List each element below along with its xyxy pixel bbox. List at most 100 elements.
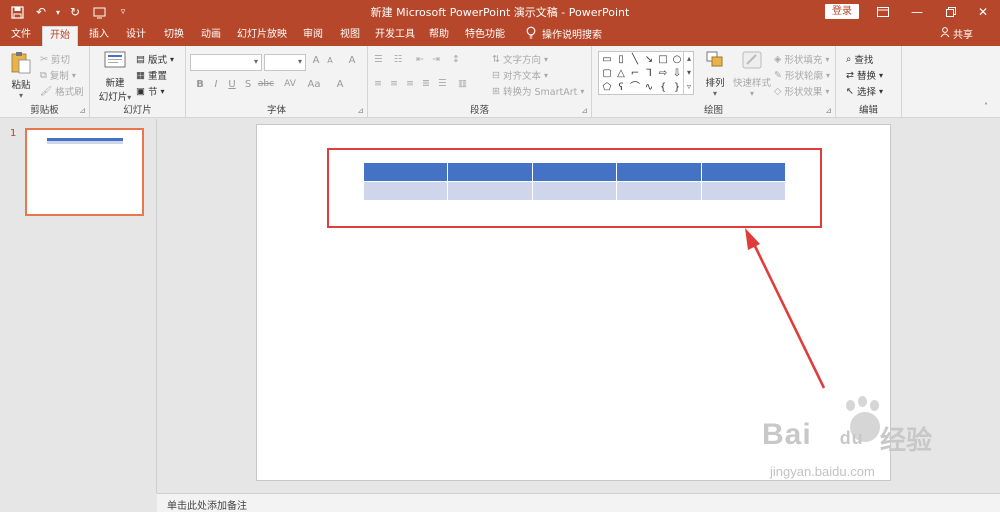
- line-spacing-icon[interactable]: ↕: [452, 54, 460, 65]
- justify-icon[interactable]: ≣: [422, 78, 430, 89]
- strikethrough-button[interactable]: abc: [256, 79, 276, 89]
- ribbon-display-icon[interactable]: [866, 0, 900, 24]
- table-cell[interactable]: [700, 181, 787, 201]
- slide-thumbnail[interactable]: [25, 128, 144, 216]
- dialog-launcher-icon[interactable]: ⊿: [581, 106, 588, 115]
- new-slide-button[interactable]: 新建 幻灯片▾: [94, 50, 136, 103]
- arc-shape-icon[interactable]: ⌒: [629, 82, 641, 94]
- tab-insert[interactable]: 插入: [83, 26, 115, 46]
- triangle-shape-icon[interactable]: △: [615, 68, 627, 80]
- paste-button[interactable]: 粘贴 ▾: [6, 50, 36, 100]
- increase-indent-icon[interactable]: ⇥: [432, 54, 440, 65]
- table-cell[interactable]: [362, 162, 449, 182]
- tab-slideshow[interactable]: 幻灯片放映: [232, 26, 292, 46]
- rounded-rect-shape-icon[interactable]: ▢: [601, 68, 613, 80]
- bullets-icon[interactable]: ☰: [374, 54, 383, 65]
- font-size-combo[interactable]: ▾: [264, 54, 306, 71]
- gallery-scroll[interactable]: ▴ ▾ ▿: [683, 52, 694, 94]
- table-cell[interactable]: [531, 181, 618, 201]
- tab-developer[interactable]: 开发工具: [372, 26, 418, 46]
- table-cell[interactable]: [700, 162, 787, 182]
- text-direction-button[interactable]: ⇅ 文字方向 ▾: [492, 52, 548, 67]
- columns-icon[interactable]: ▥: [458, 78, 467, 89]
- underline-button[interactable]: U: [224, 79, 240, 90]
- tab-design[interactable]: 设计: [120, 26, 152, 46]
- wave-shape-icon[interactable]: ∿: [643, 82, 655, 94]
- tab-special-features[interactable]: 特色功能: [460, 26, 510, 46]
- minimize-icon[interactable]: —: [900, 0, 934, 24]
- pentagon-shape-icon[interactable]: ⬠: [601, 82, 613, 94]
- tab-review[interactable]: 审阅: [297, 26, 329, 46]
- vertical-textbox-shape-icon[interactable]: ▯: [615, 54, 627, 66]
- tell-me-search[interactable]: 操作说明搜索: [526, 26, 602, 46]
- find-button[interactable]: ⌕ 查找: [846, 52, 873, 67]
- select-button[interactable]: ↖ 选择 ▾: [846, 84, 883, 99]
- reset-button[interactable]: ▦ 重置: [136, 68, 167, 83]
- curve-shape-icon[interactable]: ʕ: [615, 82, 627, 94]
- dialog-launcher-icon[interactable]: ⊿: [825, 106, 832, 115]
- line-shape-icon[interactable]: ╲: [629, 54, 641, 66]
- distribute-icon[interactable]: ☰: [438, 78, 447, 89]
- table-cell[interactable]: [616, 181, 702, 201]
- rectangle-shape-icon[interactable]: □: [657, 54, 669, 66]
- notes-pane[interactable]: 单击此处添加备注: [157, 493, 1000, 512]
- section-button[interactable]: ▣ 节 ▾: [136, 84, 165, 99]
- share-button[interactable]: 共享: [940, 26, 973, 46]
- table-cell[interactable]: [362, 181, 449, 201]
- tab-file[interactable]: 文件: [5, 26, 37, 46]
- block-arrow-shape-icon[interactable]: ⇨: [657, 68, 669, 80]
- close-icon[interactable]: ✕: [966, 0, 1000, 24]
- replace-button[interactable]: ⇄ 替换 ▾: [846, 68, 883, 83]
- cut-button[interactable]: ✂ 剪切: [40, 52, 70, 67]
- align-left-icon[interactable]: ≡: [374, 78, 382, 89]
- brace-left-shape-icon[interactable]: {: [657, 82, 669, 94]
- decrease-indent-icon[interactable]: ⇤: [416, 54, 424, 65]
- maximize-icon[interactable]: [934, 0, 968, 24]
- tab-home[interactable]: 开始: [42, 26, 78, 46]
- table-cell[interactable]: [531, 162, 618, 182]
- align-center-icon[interactable]: ≡: [390, 78, 398, 89]
- shapes-gallery[interactable]: ▭ ▯ ╲ ↘ □ ○ ▢ △ ⌐ ⅂ ⇨ ⇩ ⬠ ʕ ⌒ ∿ { } ▴ ▾ ▿: [598, 51, 694, 95]
- down-arrow-shape-icon[interactable]: ⇩: [671, 68, 683, 80]
- char-spacing-button[interactable]: AV: [280, 79, 300, 89]
- shape-outline-button[interactable]: ✎ 形状轮廓 ▾: [774, 68, 830, 83]
- align-right-icon[interactable]: ≡: [406, 78, 414, 89]
- change-case-button[interactable]: Aa: [304, 79, 324, 90]
- format-painter-button[interactable]: 🖌 格式刷: [40, 84, 84, 99]
- smartart-button[interactable]: ⊞ 转换为 SmartArt ▾: [492, 84, 584, 99]
- arrow-line-shape-icon[interactable]: ↘: [643, 54, 655, 66]
- dialog-launcher-icon[interactable]: ⊿: [357, 106, 364, 115]
- align-text-button[interactable]: ⊟ 对齐文本 ▾: [492, 68, 548, 83]
- table-cell[interactable]: [447, 181, 533, 201]
- oval-shape-icon[interactable]: ○: [671, 54, 683, 66]
- numbering-icon[interactable]: ☷: [394, 54, 403, 65]
- clear-format-button[interactable]: A: [344, 55, 360, 66]
- collapse-ribbon-icon[interactable]: ˄: [984, 102, 988, 111]
- copy-button[interactable]: ⧉ 复制 ▾: [40, 68, 76, 83]
- tab-transitions[interactable]: 切换: [158, 26, 190, 46]
- dialog-launcher-icon[interactable]: ⊿: [79, 106, 86, 115]
- login-button[interactable]: 登录: [825, 4, 859, 19]
- chevron-down-icon[interactable]: ▾: [6, 91, 36, 100]
- textbox-shape-icon[interactable]: ▭: [601, 54, 613, 66]
- slide-table[interactable]: [362, 162, 787, 201]
- brace-right-shape-icon[interactable]: }: [671, 82, 683, 94]
- layout-button[interactable]: ▤ 版式 ▾: [136, 52, 174, 67]
- tab-animations[interactable]: 动画: [195, 26, 227, 46]
- shape-fill-button[interactable]: ◈ 形状填充 ▾: [774, 52, 829, 67]
- shadow-button[interactable]: S: [240, 79, 256, 90]
- table-cell[interactable]: [447, 162, 533, 182]
- shape-effects-button[interactable]: ◇ 形状效果 ▾: [774, 84, 829, 99]
- tab-help[interactable]: 帮助: [423, 26, 455, 46]
- elbow-connector-shape-icon[interactable]: ⅂: [643, 68, 655, 80]
- table-cell[interactable]: [616, 162, 702, 182]
- italic-button[interactable]: I: [208, 79, 224, 90]
- font-color-button[interactable]: A: [332, 79, 348, 90]
- quick-styles-button[interactable]: 快速样式 ▾: [732, 50, 772, 98]
- font-shrink-button[interactable]: A: [322, 56, 338, 65]
- arrange-button[interactable]: 排列 ▾: [700, 50, 730, 98]
- bold-button[interactable]: B: [192, 79, 208, 90]
- connector-shape-icon[interactable]: ⌐: [629, 68, 641, 80]
- font-name-combo[interactable]: ▾: [190, 54, 262, 71]
- tab-view[interactable]: 视图: [334, 26, 366, 46]
